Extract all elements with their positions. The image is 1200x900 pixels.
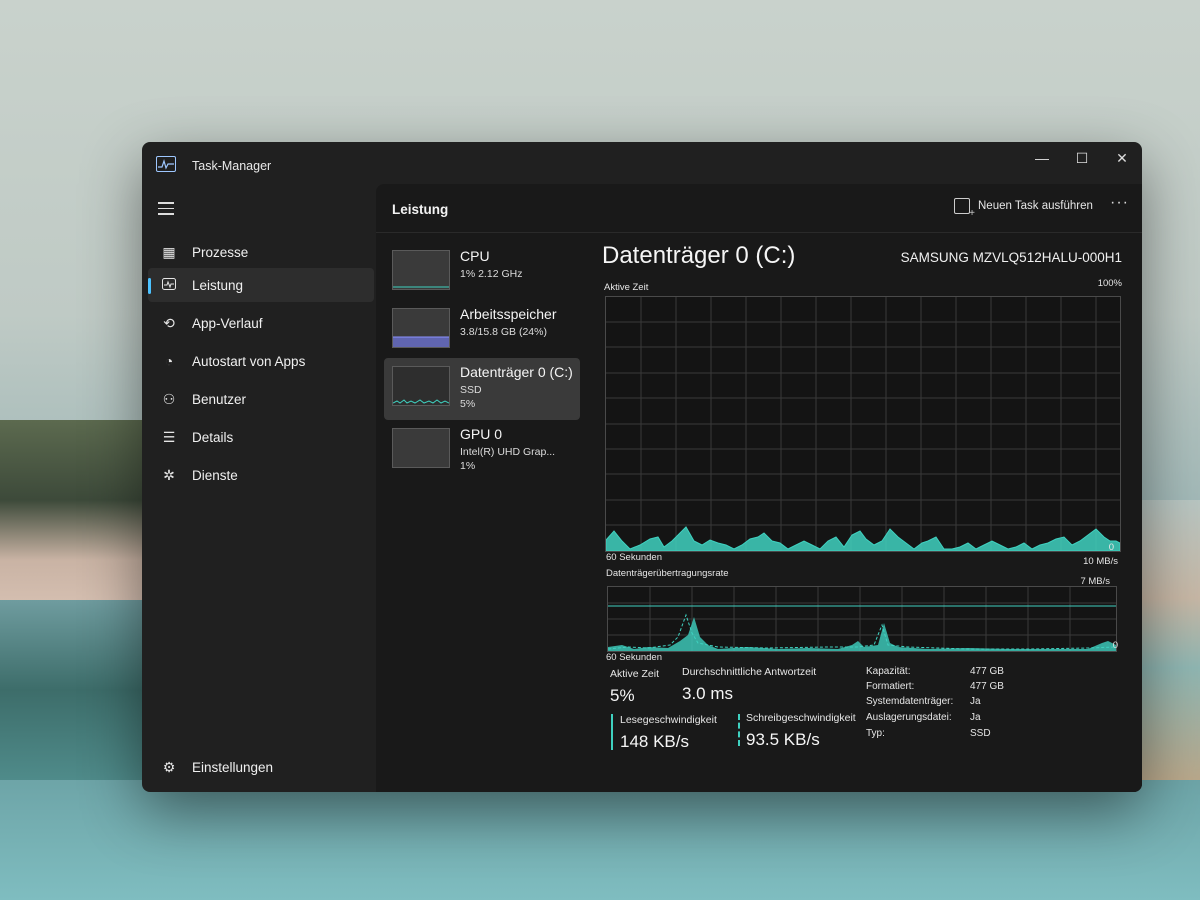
cpu-thumbnail [392, 250, 450, 290]
read-speed-value: 148 KB/s [620, 732, 689, 751]
transfer-rate-graph [607, 586, 1117, 652]
device-name: GPU 0 [460, 426, 503, 442]
disk-model: SAMSUNG MZVLQ512HALU-000H1 [900, 250, 1122, 265]
property-value: Ja [970, 712, 981, 723]
new-task-icon [954, 198, 975, 219]
disk-detail-panel: Datenträger 0 (C:) SAMSUNG MZVLQ512HALU-… [602, 236, 1132, 792]
active-time-label: Aktive Zeit [610, 668, 660, 680]
active-time-graph-label: Aktive Zeit [604, 282, 649, 293]
transfer-rate-graph-svg [607, 587, 1117, 651]
content-header: Leistung Neuen Task ausführen ··· [376, 184, 1142, 233]
window-title: Task-Manager [192, 159, 272, 173]
property-key: Typ: [866, 728, 885, 739]
services-icon: ✲ [163, 466, 175, 483]
sidebar: ▦ Prozesse Leistung ⟲ App-Verlauf ◔ Auto… [142, 188, 382, 792]
page-title: Leistung [392, 202, 449, 217]
response-time-value: 3.0 ms [682, 684, 734, 703]
gear-icon: ⚙ [162, 758, 176, 775]
write-speed-value: 93.5 KB/s [746, 730, 820, 749]
minimize-button[interactable]: — [1024, 146, 1060, 170]
active-time-graph-svg [605, 297, 1121, 552]
performance-icon [158, 277, 180, 293]
processes-icon: ▦ [162, 243, 176, 260]
device-item-cpu[interactable]: CPU 1% 2.12 GHz [384, 242, 580, 304]
memory-thumbnail [392, 308, 450, 348]
sidebar-item-autostart[interactable]: ◔ Autostart von Apps [148, 344, 374, 378]
sidebar-item-label: Prozesse [192, 244, 249, 260]
sidebar-item-app-verlauf[interactable]: ⟲ App-Verlauf [148, 306, 374, 340]
hamburger-menu-icon[interactable] [158, 202, 174, 216]
device-name: CPU [460, 248, 490, 264]
device-item-gpu[interactable]: GPU 0 Intel(R) UHD Grap... 1% [384, 420, 580, 482]
response-time-label: Durchschnittliche Antwortzeit [682, 666, 817, 678]
device-sub: Intel(R) UHD Grap... [460, 446, 556, 458]
device-name: Arbeitsspeicher [460, 306, 557, 322]
maximize-button[interactable]: ☐ [1064, 146, 1100, 170]
sidebar-item-details[interactable]: ☰ Details [148, 420, 374, 454]
users-icon: ⚇ [162, 390, 176, 407]
property-key: Systemdatenträger: [866, 696, 954, 707]
property-key: Auslagerungsdatei: [866, 712, 952, 723]
active-time-value: 5% [610, 686, 635, 705]
run-new-task-label: Neuen Task ausführen [978, 200, 1093, 212]
task-manager-window: Task-Manager — ☐ ✕ ▦ Prozesse Leistung ⟲… [142, 142, 1142, 792]
sidebar-item-leistung[interactable]: Leistung [148, 268, 374, 302]
write-speed-label: Schreibgeschwindigkeit [746, 712, 856, 724]
sidebar-item-benutzer[interactable]: ⚇ Benutzer [148, 382, 374, 416]
transfer-rate-graph-label: Datenträgerübertragungsrate [606, 568, 729, 579]
device-sub: SSD [460, 384, 482, 396]
active-time-graph-min: 0 [1108, 542, 1114, 553]
details-icon: ☰ [162, 428, 176, 445]
device-name: Datenträger 0 (C:) [460, 364, 573, 380]
sidebar-item-label: Details [192, 429, 234, 445]
property-value: 477 GB [970, 666, 1004, 677]
property-value: SSD [970, 728, 991, 739]
device-sub: 3.8/15.8 GB (24%) [460, 326, 547, 338]
close-button[interactable]: ✕ [1104, 146, 1140, 170]
transfer-rate-graph-min: 0 [1112, 640, 1118, 651]
device-item-disk[interactable]: Datenträger 0 (C:) SSD 5% [384, 358, 580, 420]
startup-icon: ◔ [164, 353, 174, 369]
title-bar[interactable]: Task-Manager — ☐ ✕ [142, 142, 1142, 188]
read-speed-label: Lesegeschwindigkeit [620, 714, 717, 726]
property-value: 477 GB [970, 681, 1004, 692]
settings-button[interactable]: ⚙ Einstellungen [148, 750, 374, 784]
device-sub2: 5% [460, 398, 476, 410]
property-value: Ja [970, 696, 981, 707]
sidebar-item-prozesse[interactable]: ▦ Prozesse [148, 235, 374, 269]
sidebar-item-label: Autostart von Apps [192, 353, 306, 369]
disk-thumbnail [392, 366, 450, 406]
sidebar-item-label: Leistung [192, 277, 244, 293]
property-key: Formatiert: [866, 681, 915, 692]
active-time-graph-time: 60 Sekunden [606, 552, 662, 563]
active-time-graph [605, 296, 1121, 552]
device-sub2: 1% [460, 460, 476, 472]
transfer-rate-graph-max: 10 MB/s [1083, 556, 1118, 567]
main-content: Leistung Neuen Task ausführen ··· CPU 1%… [376, 184, 1142, 792]
gpu-thumbnail [392, 428, 450, 468]
write-speed-indicator [738, 714, 740, 746]
sidebar-item-dienste[interactable]: ✲ Dienste [148, 458, 374, 492]
device-list: CPU 1% 2.12 GHz Arbeitsspeicher 3.8/15.8… [376, 236, 582, 792]
run-new-task-button[interactable]: Neuen Task ausführen [954, 198, 1093, 219]
settings-label: Einstellungen [192, 759, 274, 775]
transfer-rate-graph-time: 60 Sekunden [606, 652, 662, 663]
read-speed-indicator [611, 714, 613, 750]
property-key: Kapazität: [866, 666, 911, 677]
disk-title: Datenträger 0 (C:) [602, 242, 796, 269]
sidebar-item-label: App-Verlauf [192, 315, 263, 331]
more-options-button[interactable]: ··· [1110, 194, 1129, 212]
sidebar-item-label: Dienste [192, 467, 238, 483]
device-sub: 1% 2.12 GHz [460, 268, 523, 280]
active-time-graph-max: 100% [1097, 278, 1122, 289]
history-icon: ⟲ [163, 314, 175, 331]
disk-stats: Aktive Zeit 5% Durchschnittliche Antwort… [602, 666, 1132, 792]
sidebar-item-label: Benutzer [192, 391, 247, 407]
task-manager-app-icon [156, 156, 176, 172]
device-item-memory[interactable]: Arbeitsspeicher 3.8/15.8 GB (24%) [384, 300, 580, 362]
